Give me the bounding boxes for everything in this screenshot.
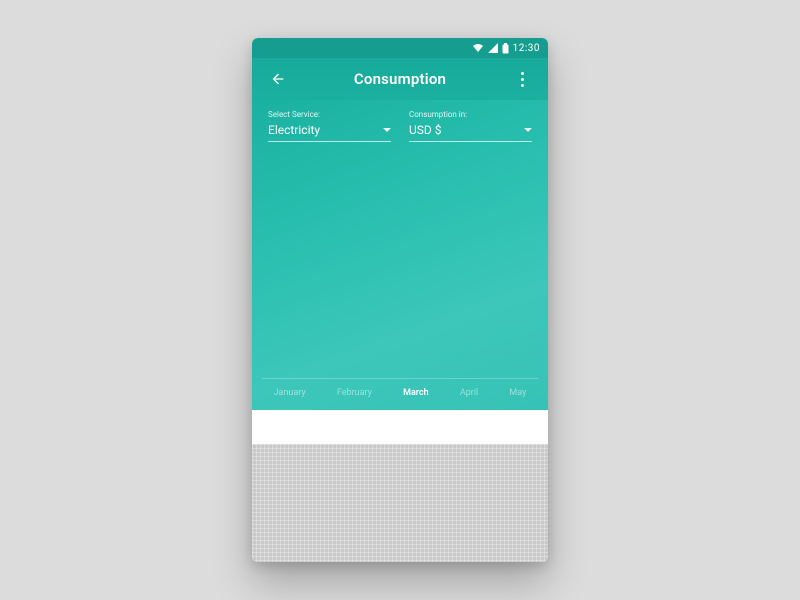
battery-icon (502, 43, 509, 54)
unit-label: Consumption in: (409, 110, 532, 119)
service-dropdown[interactable]: Electricity (268, 121, 391, 142)
phone-frame: 12:30 Consumption Select Service: Electr… (252, 38, 548, 562)
month-tab-january[interactable]: January (270, 386, 310, 400)
more-vert-icon (521, 78, 524, 81)
status-bar: 12:30 (252, 38, 548, 58)
app-bar: Consumption (252, 58, 548, 100)
month-tab-march[interactable]: March (399, 386, 433, 400)
signal-icon (488, 43, 498, 53)
placeholder-grid (252, 444, 548, 562)
unit-dropdown[interactable]: USD $ (409, 121, 532, 142)
service-value: Electricity (268, 123, 320, 137)
back-button[interactable] (264, 65, 292, 93)
month-tab-april[interactable]: April (456, 386, 482, 400)
unit-selector: Consumption in: USD $ (409, 110, 532, 142)
unit-value: USD $ (409, 123, 442, 137)
main-panel: Select Service: Electricity Consumption … (252, 100, 548, 410)
service-selector: Select Service: Electricity (268, 110, 391, 142)
month-tab-february[interactable]: February (333, 386, 376, 400)
month-tab-may[interactable]: May (505, 386, 530, 400)
chevron-down-icon (383, 128, 391, 132)
arrow-left-icon (270, 71, 286, 87)
overflow-menu-button[interactable] (508, 65, 536, 93)
content-strip (252, 410, 548, 444)
wifi-icon (472, 43, 484, 53)
chevron-down-icon (524, 128, 532, 132)
service-label: Select Service: (268, 110, 391, 119)
selector-row: Select Service: Electricity Consumption … (252, 100, 548, 146)
clock: 12:30 (513, 43, 540, 54)
page-title: Consumption (252, 70, 548, 88)
month-tabs: January February March April May (252, 378, 548, 410)
